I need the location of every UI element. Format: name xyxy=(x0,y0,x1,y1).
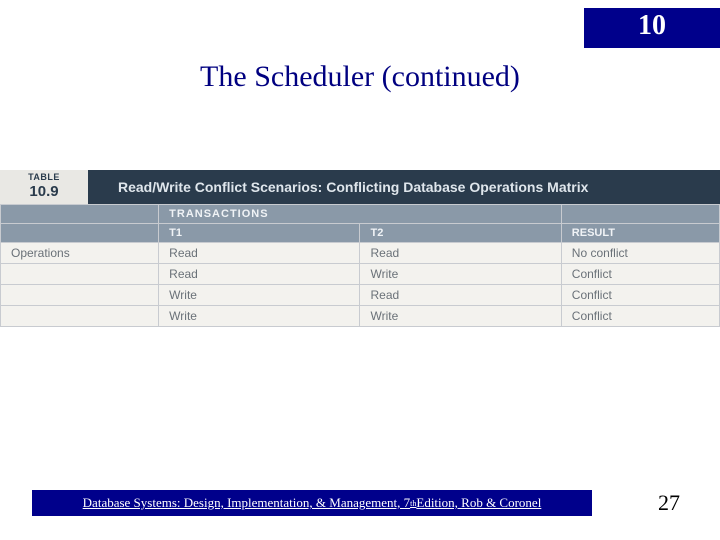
table-row: Write Read Conflict xyxy=(1,285,720,306)
cell-t2: Write xyxy=(360,306,561,327)
footer-suffix: Edition, Rob & Coronel xyxy=(416,495,541,511)
chapter-badge: 10 xyxy=(584,8,720,48)
cell-result: No conflict xyxy=(561,243,719,264)
cell-result: Conflict xyxy=(561,264,719,285)
table-label: TABLE xyxy=(28,173,60,183)
empty-cell xyxy=(1,205,159,224)
cell-t1: Write xyxy=(159,285,360,306)
footer-prefix: Database Systems: Design, Implementation… xyxy=(83,495,410,511)
cell-result: Conflict xyxy=(561,285,719,306)
footer-citation: Database Systems: Design, Implementation… xyxy=(32,490,592,516)
slide-title: The Scheduler (continued) xyxy=(0,60,720,94)
table-row: Read Write Conflict xyxy=(1,264,720,285)
empty-cell xyxy=(1,285,159,306)
t1-header: T1 xyxy=(159,224,360,243)
table-number-cell: TABLE 10.9 xyxy=(0,170,88,204)
cell-t1: Write xyxy=(159,306,360,327)
empty-cell xyxy=(1,264,159,285)
page-number: 27 xyxy=(658,490,680,516)
table-title: Read/Write Conflict Scenarios: Conflicti… xyxy=(88,179,720,195)
table-row: Write Write Conflict xyxy=(1,306,720,327)
sub-header-row: T1 T2 RESULT xyxy=(1,224,720,243)
transactions-header: TRANSACTIONS xyxy=(159,205,562,224)
cell-t2: Read xyxy=(360,243,561,264)
cell-t2: Read xyxy=(360,285,561,306)
empty-cell xyxy=(1,224,159,243)
conflict-table: TABLE 10.9 Read/Write Conflict Scenarios… xyxy=(0,170,720,327)
conflict-matrix: TRANSACTIONS T1 T2 RESULT Operations Rea… xyxy=(0,204,720,327)
table-row: Operations Read Read No conflict xyxy=(1,243,720,264)
table-number: 10.9 xyxy=(29,184,58,201)
empty-cell xyxy=(1,306,159,327)
cell-t2: Write xyxy=(360,264,561,285)
slide: 10 The Scheduler (continued) TABLE 10.9 … xyxy=(0,0,720,540)
cell-t1: Read xyxy=(159,243,360,264)
row-label: Operations xyxy=(1,243,159,264)
result-header: RESULT xyxy=(561,224,719,243)
t2-header: T2 xyxy=(360,224,561,243)
section-row: TRANSACTIONS xyxy=(1,205,720,224)
empty-cell xyxy=(561,205,719,224)
cell-result: Conflict xyxy=(561,306,719,327)
chapter-number: 10 xyxy=(638,10,666,42)
cell-t1: Read xyxy=(159,264,360,285)
table-header-bar: TABLE 10.9 Read/Write Conflict Scenarios… xyxy=(0,170,720,204)
